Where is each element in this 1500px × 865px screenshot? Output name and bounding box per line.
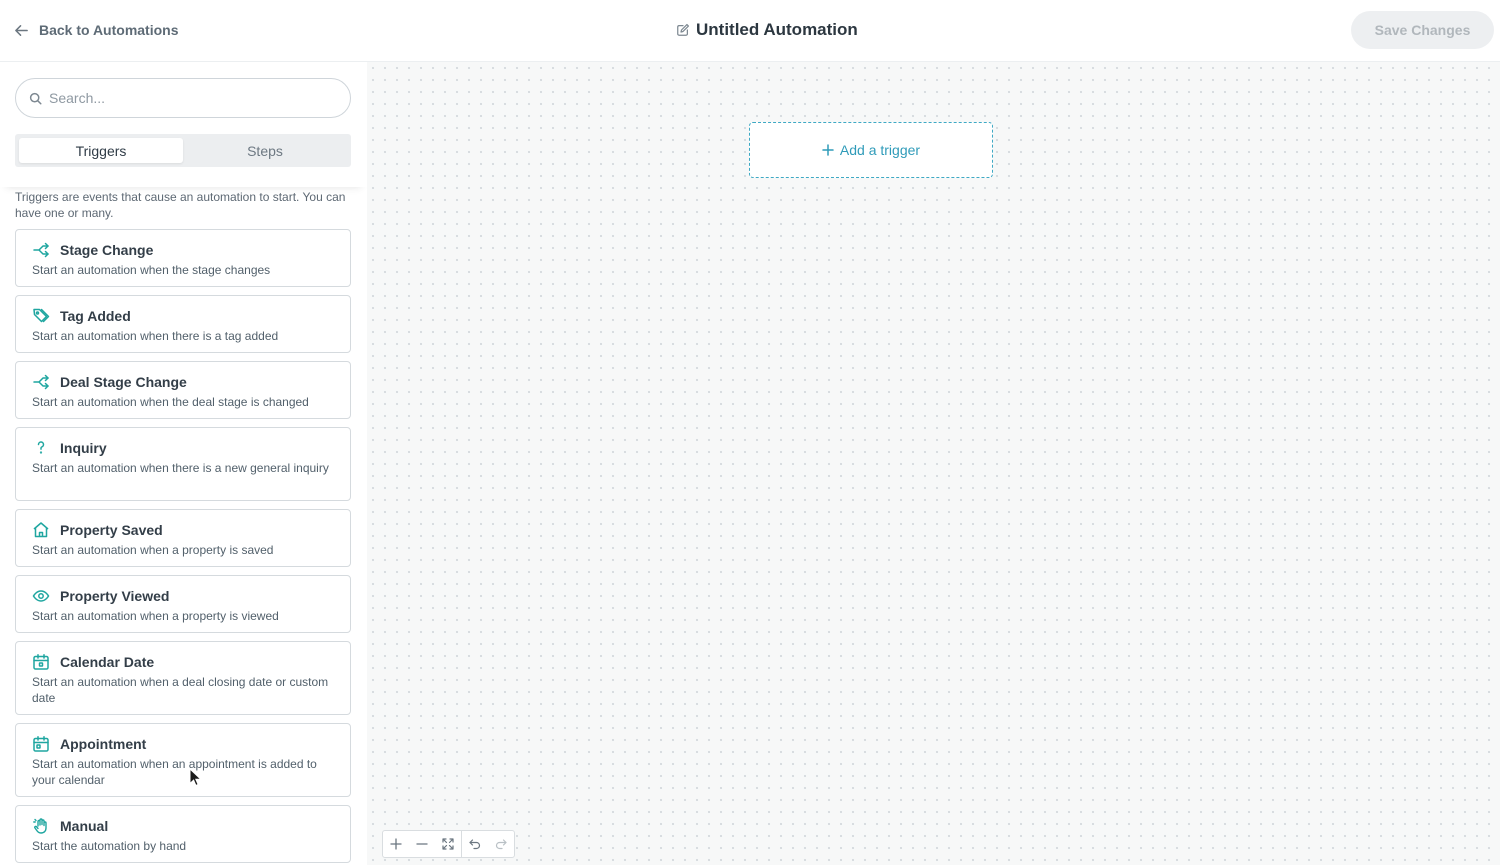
trigger-card-property-saved[interactable]: Property Saved Start an automation when …: [15, 509, 351, 567]
trigger-description: Start an automation when there is a tag …: [32, 329, 279, 343]
tab-triggers[interactable]: Triggers: [19, 138, 183, 163]
zoom-out-button[interactable]: [409, 831, 435, 857]
trigger-description: Start an automation when an appointment …: [32, 757, 317, 787]
trigger-description: Start an automation when a property is v…: [32, 609, 279, 623]
trigger-description: Start an automation when a property is s…: [32, 543, 274, 557]
page-title: Untitled Automation: [696, 20, 858, 39]
add-trigger-button[interactable]: Add a trigger: [749, 122, 993, 178]
fit-view-button[interactable]: [435, 831, 461, 857]
trigger-title: Property Saved: [60, 522, 163, 538]
search-icon: [29, 92, 42, 105]
trigger-description: Start an automation when there is a new …: [32, 461, 329, 475]
triggers-description: Triggers are events that cause an automa…: [15, 190, 346, 220]
trigger-title: Inquiry: [60, 440, 107, 456]
canvas-controls: [382, 830, 515, 858]
trigger-title: Tag Added: [60, 308, 131, 324]
triggers-sidebar: Triggers Steps Triggers are events that …: [0, 62, 367, 865]
back-link-label: Back to Automations: [39, 22, 179, 38]
trigger-description: Start an automation when a deal closing …: [32, 675, 329, 705]
eye-icon: [32, 590, 50, 602]
search-box[interactable]: [15, 78, 351, 118]
trigger-card-stage-change[interactable]: Stage Change Start an automation when th…: [15, 229, 351, 287]
automation-canvas[interactable]: Add a trigger: [367, 62, 1500, 865]
question-icon: [37, 441, 45, 454]
trigger-description: Start an automation when the deal stage …: [32, 395, 309, 409]
automation-title-editor[interactable]: Untitled Automation: [676, 18, 858, 42]
trigger-card-inquiry[interactable]: Inquiry Start an automation when there i…: [15, 427, 351, 501]
sidebar-tabs: Triggers Steps: [15, 134, 351, 167]
plus-icon: [822, 144, 834, 156]
trigger-title: Calendar Date: [60, 654, 155, 670]
trigger-card-manual[interactable]: Manual Start the automation by hand: [15, 805, 351, 863]
sidebar-toolbar: Triggers Steps: [0, 62, 367, 187]
trigger-card-calendar-date[interactable]: Calendar Date Start an automation when a…: [15, 641, 351, 715]
expand-icon: [442, 838, 454, 850]
branch-icon: [33, 242, 49, 258]
mouse-cursor-icon: [189, 768, 201, 787]
trigger-title: Appointment: [60, 736, 147, 752]
edit-icon: [677, 23, 690, 36]
trigger-title: Manual: [60, 818, 109, 834]
trigger-card-property-viewed[interactable]: Property Viewed Start an automation when…: [15, 575, 351, 633]
top-header: Back to Automations Untitled Automation …: [0, 0, 1500, 62]
trigger-description: Start the automation by hand: [32, 839, 187, 853]
trigger-card-deal-stage-change[interactable]: Deal Stage Change Start an automation wh…: [15, 361, 351, 419]
plus-icon: [390, 838, 402, 850]
trigger-title: Deal Stage Change: [60, 374, 187, 390]
trigger-title: Property Viewed: [60, 588, 170, 604]
trigger-description: Start an automation when the stage chang…: [32, 263, 271, 277]
back-to-automations-link[interactable]: Back to Automations: [14, 18, 179, 42]
trigger-title: Stage Change: [60, 242, 154, 258]
trigger-card-tag-added[interactable]: Tag Added Start an automation when there…: [15, 295, 351, 353]
zoom-in-button[interactable]: [383, 831, 409, 857]
search-input[interactable]: [49, 90, 329, 106]
undo-button[interactable]: [462, 831, 488, 857]
calendar-icon: [33, 736, 49, 752]
branch-icon: [33, 374, 49, 390]
undo-icon: [469, 839, 481, 850]
redo-button[interactable]: [488, 831, 514, 857]
tab-steps[interactable]: Steps: [183, 138, 347, 163]
arrow-left-icon: [15, 24, 28, 36]
calendar-icon: [33, 654, 49, 670]
add-trigger-label: Add a trigger: [839, 142, 921, 158]
house-icon: [33, 522, 49, 538]
save-changes-button[interactable]: Save Changes: [1351, 11, 1494, 49]
trigger-card-appointment[interactable]: Appointment Start an automation when an …: [15, 723, 351, 797]
tag-icon: [33, 308, 50, 323]
redo-icon: [495, 839, 507, 850]
minus-icon: [416, 843, 428, 845]
hand-icon: [33, 818, 47, 834]
